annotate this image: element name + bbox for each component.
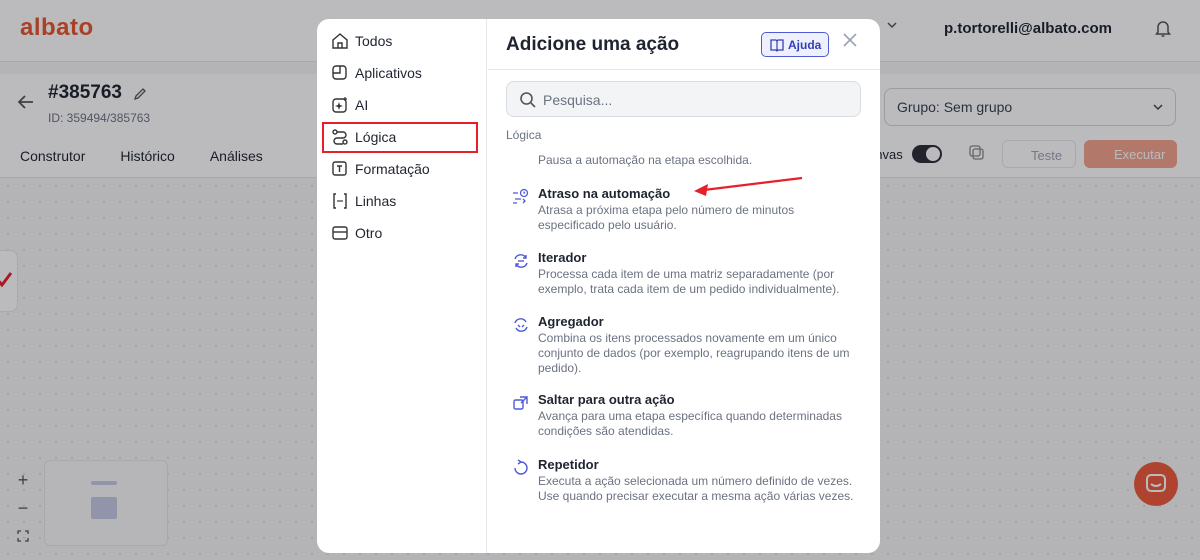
action-repetidor[interactable]: Repetidor Executa a ação selecionada um … (506, 457, 854, 519)
sparkle-icon (332, 97, 347, 113)
action-title: Iterador (538, 250, 587, 265)
sidebar-item-label: Aplicativos (355, 65, 422, 81)
iterator-icon (514, 254, 528, 268)
book-icon (770, 39, 784, 52)
action-description: Combina os itens processados novamente e… (538, 331, 850, 375)
section-label: Lógica (506, 128, 542, 142)
help-button-label: Ajuda (788, 38, 822, 52)
brackets-icon (333, 193, 347, 209)
route-icon (332, 129, 348, 145)
sidebar-item-aplicativos[interactable]: Aplicativos (331, 59, 422, 87)
sidebar-item-formatacao[interactable]: Formatação (331, 155, 430, 183)
actions-panel: Adicione uma ação Ajuda Pesquisa... Lógi… (488, 19, 880, 553)
format-icon (332, 161, 347, 176)
sidebar-item-linhas[interactable]: Linhas (331, 187, 396, 215)
delay-icon (513, 188, 529, 204)
action-description: Executa a ação selecionada um número def… (538, 474, 854, 503)
sidebar-item-otro[interactable]: Otro (331, 219, 382, 247)
add-action-modal: Todos Aplicativos AI Lógica Formatação L… (317, 19, 880, 553)
apps-icon (332, 65, 347, 80)
modal-title: Adicione uma ação (506, 34, 680, 55)
action-saltar[interactable]: Saltar para outra ação Avança para uma e… (506, 392, 851, 440)
sidebar-item-label: Formatação (355, 161, 430, 177)
repeat-icon (514, 459, 528, 475)
category-sidebar: Todos Aplicativos AI Lógica Formatação L… (317, 19, 487, 553)
action-description: Processa cada item de uma matriz separad… (538, 267, 840, 296)
aggregator-icon (514, 318, 528, 332)
search-placeholder: Pesquisa... (543, 92, 613, 108)
help-button[interactable]: Ajuda (761, 32, 829, 57)
search-icon (520, 92, 536, 108)
search-input[interactable]: Pesquisa... (506, 81, 861, 117)
sidebar-item-label: Linhas (355, 193, 397, 209)
action-description: Atrasa a próxima etapa pelo número de mi… (538, 203, 795, 232)
jump-icon (513, 396, 528, 410)
action-title: Saltar para outra ação (538, 392, 675, 407)
sidebar-item-todos[interactable]: Todos (331, 27, 392, 55)
action-title: Repetidor (538, 457, 599, 472)
close-icon[interactable] (842, 32, 858, 53)
sidebar-item-logica[interactable]: Lógica (331, 123, 396, 151)
action-description: Pausa a automação na etapa escolhida. (538, 153, 753, 167)
sidebar-item-ai[interactable]: AI (331, 91, 368, 119)
action-agregador[interactable]: Agregador Combina os itens processados n… (506, 314, 851, 376)
sidebar-item-label: Todos (355, 33, 393, 49)
sidebar-item-label: AI (355, 97, 369, 113)
divider (488, 69, 880, 70)
action-description: Avança para uma etapa específica quando … (538, 409, 842, 438)
home-icon (332, 33, 348, 49)
action-title: Agregador (538, 314, 604, 329)
sidebar-item-label: Lógica (355, 129, 397, 145)
box-icon (332, 226, 348, 240)
sidebar-item-label: Otro (355, 225, 383, 241)
action-iterador[interactable]: Iterador Processa cada item de uma matri… (506, 250, 851, 298)
action-title: Atraso na automação (538, 186, 671, 201)
annotation-arrow (694, 176, 803, 196)
